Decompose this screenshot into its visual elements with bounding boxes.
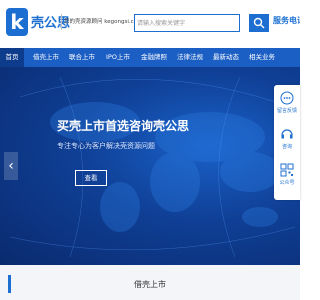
float-item-feedback[interactable]: 留言反馈 <box>274 89 300 117</box>
nav-item-joint-listing[interactable]: 联合上市 <box>66 48 98 67</box>
nav-item-home[interactable]: 首页 <box>0 48 24 67</box>
hero-subtitle: 专注专心为客户解决壳资源问题 <box>57 142 155 150</box>
search-button[interactable] <box>249 14 269 32</box>
carousel-prev-button[interactable]: ‹ <box>4 152 18 180</box>
float-label-consult: 咨询 <box>281 144 292 150</box>
hero-title: 买壳上市首选咨询壳公思 <box>57 119 190 133</box>
header-divider <box>61 14 62 30</box>
world-map-graphic <box>9 76 296 258</box>
nav-item-related-business[interactable]: 相关业务 <box>246 48 278 67</box>
hero-view-button[interactable]: 查看 <box>75 170 107 186</box>
search-icon <box>253 17 265 29</box>
section-title: 借壳上市 <box>134 280 166 289</box>
nav-item-ipo[interactable]: IPO上市 <box>102 48 134 67</box>
nav-item-backdoor-listing[interactable]: 借壳上市 <box>30 48 62 67</box>
message-icon <box>280 91 294 105</box>
headset-icon <box>281 129 293 139</box>
floating-sidebar: 留言反馈 咨询 公众号 <box>274 85 300 200</box>
slogan: 您的壳资源顾问 kegongsi.com <box>64 19 143 25</box>
nav-item-news[interactable]: 最新动态 <box>210 48 242 67</box>
logo-icon[interactable]: k <box>6 8 28 36</box>
site-header: k 壳公思 您的壳资源顾问 kegongsi.com 服务电话： <box>0 0 300 48</box>
float-item-official-account[interactable]: 公众号 <box>274 161 300 189</box>
float-label-feedback: 留言反馈 <box>276 108 297 114</box>
hotline-label: 服务电话： <box>273 16 300 25</box>
search-input[interactable] <box>137 16 237 30</box>
float-item-consult[interactable]: 咨询 <box>274 125 300 153</box>
nav-item-finance-license[interactable]: 金融牌照 <box>138 48 170 67</box>
nav-item-laws[interactable]: 法律法规 <box>174 48 206 67</box>
content-section: 借壳上市 <box>0 265 300 300</box>
float-label-official-account: 公众号 <box>279 180 295 186</box>
hero-banner: ‹ › 买壳上市首选咨询壳公思 专注专心为客户解决壳资源问题 查看 <box>0 67 300 265</box>
qr-code-icon <box>280 163 294 177</box>
search-box <box>134 14 240 32</box>
main-nav: 首页 借壳上市 联合上市 IPO上市 金融牌照 法律法规 最新动态 相关业务 <box>0 48 300 67</box>
